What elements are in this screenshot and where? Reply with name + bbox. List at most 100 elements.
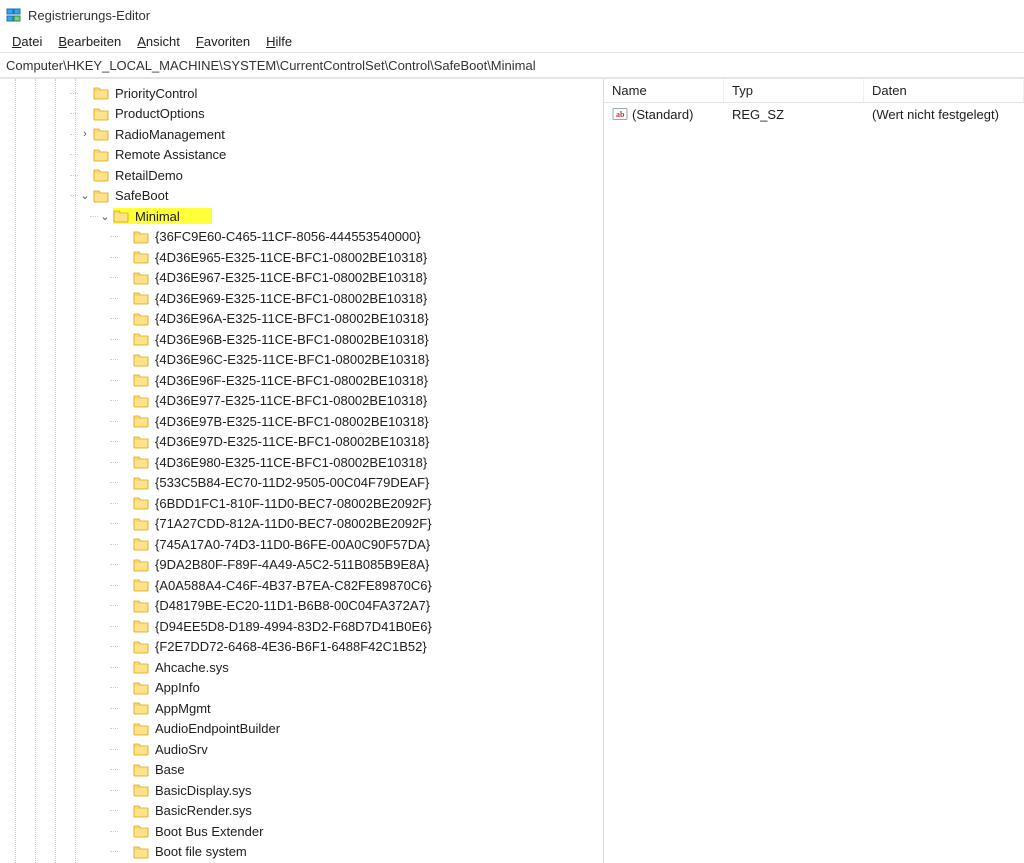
tree-item-label: {D48179BE-EC20-11D1-B6B8-00C04FA372A7} bbox=[153, 598, 432, 613]
tree-item[interactable]: AppMgmt bbox=[0, 698, 603, 719]
folder-icon bbox=[133, 229, 149, 245]
folder-icon bbox=[133, 270, 149, 286]
menu-help[interactable]: Hilfe bbox=[258, 32, 300, 51]
menu-favorites[interactable]: Favoriten bbox=[188, 32, 258, 51]
folder-icon bbox=[93, 147, 109, 163]
tree-item[interactable]: {4D36E97D-E325-11CE-BFC1-08002BE10318} bbox=[0, 432, 603, 453]
tree-item[interactable]: {745A17A0-74D3-11D0-B6FE-00A0C90F57DA} bbox=[0, 534, 603, 555]
folder-icon bbox=[133, 639, 149, 655]
tree-item[interactable]: {4D36E980-E325-11CE-BFC1-08002BE10318} bbox=[0, 452, 603, 473]
tree-item[interactable]: {D94EE5D8-D189-4994-83D2-F68D7D41B0E6} bbox=[0, 616, 603, 637]
twisty-spacer bbox=[78, 148, 92, 162]
twisty-spacer bbox=[118, 250, 132, 264]
tree-item[interactable]: AppInfo bbox=[0, 678, 603, 699]
tree-item-label: {745A17A0-74D3-11D0-B6FE-00A0C90F57DA} bbox=[153, 537, 432, 552]
folder-icon bbox=[133, 393, 149, 409]
twisty-spacer bbox=[118, 476, 132, 490]
twisty-spacer bbox=[118, 742, 132, 756]
value-row[interactable]: ab(Standard)REG_SZ(Wert nicht festgelegt… bbox=[604, 103, 1024, 125]
tree-item[interactable]: Ahcache.sys bbox=[0, 657, 603, 678]
tree-item-remoteassistance[interactable]: Remote Assistance bbox=[0, 145, 603, 166]
tree-item[interactable]: BasicRender.sys bbox=[0, 801, 603, 822]
tree-item[interactable]: {533C5B84-EC70-11D2-9505-00C04F79DEAF} bbox=[0, 473, 603, 494]
col-data[interactable]: Daten bbox=[864, 79, 1024, 102]
regedit-app-icon bbox=[6, 7, 22, 23]
tree-item[interactable]: Boot Bus Extender bbox=[0, 821, 603, 842]
tree-item[interactable]: {4D36E96A-E325-11CE-BFC1-08002BE10318} bbox=[0, 309, 603, 330]
tree-item[interactable]: {F2E7DD72-6468-4E36-B6F1-6488F42C1B52} bbox=[0, 637, 603, 658]
tree-item[interactable]: {D48179BE-EC20-11D1-B6B8-00C04FA372A7} bbox=[0, 596, 603, 617]
values-list[interactable]: ab(Standard)REG_SZ(Wert nicht festgelegt… bbox=[604, 103, 1024, 863]
tree-item[interactable]: {6BDD1FC1-810F-11D0-BEC7-08002BE2092F} bbox=[0, 493, 603, 514]
folder-icon bbox=[133, 557, 149, 573]
folder-icon bbox=[133, 823, 149, 839]
folder-icon bbox=[93, 188, 109, 204]
tree-item-radiomanagement[interactable]: › RadioManagement bbox=[0, 124, 603, 145]
twisty-spacer bbox=[118, 599, 132, 613]
tree-item[interactable]: {4D36E967-E325-11CE-BFC1-08002BE10318} bbox=[0, 268, 603, 289]
tree-item[interactable]: {4D36E965-E325-11CE-BFC1-08002BE10318} bbox=[0, 247, 603, 268]
folder-icon bbox=[133, 762, 149, 778]
value-name-cell: ab(Standard) bbox=[604, 106, 724, 122]
folder-icon bbox=[133, 352, 149, 368]
tree-item[interactable]: AudioEndpointBuilder bbox=[0, 719, 603, 740]
tree-item[interactable]: {4D36E97B-E325-11CE-BFC1-08002BE10318} bbox=[0, 411, 603, 432]
tree-item[interactable]: BasicDisplay.sys bbox=[0, 780, 603, 801]
twisty-spacer bbox=[118, 271, 132, 285]
tree-item[interactable]: AudioSrv bbox=[0, 739, 603, 760]
tree-item[interactable]: {4D36E96C-E325-11CE-BFC1-08002BE10318} bbox=[0, 350, 603, 371]
tree-item-prioritycontrol[interactable]: PriorityControl bbox=[0, 83, 603, 104]
chevron-down-icon[interactable]: ⌄ bbox=[98, 209, 112, 223]
tree-item-label: AudioSrv bbox=[153, 742, 210, 757]
window-title: Registrierungs-Editor bbox=[28, 8, 150, 23]
menu-file[interactable]: Datei bbox=[4, 32, 50, 51]
folder-icon bbox=[133, 659, 149, 675]
chevron-right-icon[interactable]: › bbox=[78, 127, 92, 141]
tree-pane[interactable]: PriorityControlProductOptions › RadioManag… bbox=[0, 79, 604, 863]
tree-item-label: {4D36E97B-E325-11CE-BFC1-08002BE10318} bbox=[153, 414, 431, 429]
folder-icon bbox=[133, 700, 149, 716]
chevron-down-icon[interactable]: ⌄ bbox=[78, 189, 92, 203]
twisty-spacer bbox=[118, 435, 132, 449]
twisty-spacer bbox=[118, 517, 132, 531]
tree-item[interactable]: {71A27CDD-812A-11D0-BEC7-08002BE2092F} bbox=[0, 514, 603, 535]
folder-icon bbox=[113, 208, 129, 224]
folder-icon bbox=[133, 495, 149, 511]
tree-item[interactable]: {4D36E977-E325-11CE-BFC1-08002BE10318} bbox=[0, 391, 603, 412]
twisty-spacer bbox=[118, 701, 132, 715]
tree-item[interactable]: {4D36E96B-E325-11CE-BFC1-08002BE10318} bbox=[0, 329, 603, 350]
tree-item[interactable]: Base bbox=[0, 760, 603, 781]
menu-view[interactable]: Ansicht bbox=[129, 32, 188, 51]
tree-item-label: {4D36E96A-E325-11CE-BFC1-08002BE10318} bbox=[153, 311, 431, 326]
tree-item-minimal[interactable]: ⌄Minimal bbox=[0, 206, 603, 227]
tree-item[interactable]: {A0A588A4-C46F-4B37-B7EA-C82FE89870C6} bbox=[0, 575, 603, 596]
value-data-cell: (Wert nicht festgelegt) bbox=[864, 107, 1024, 122]
twisty-spacer bbox=[118, 722, 132, 736]
twisty-spacer bbox=[118, 640, 132, 654]
address-bar[interactable]: Computer\HKEY_LOCAL_MACHINE\SYSTEM\Curre… bbox=[0, 52, 1024, 78]
values-header[interactable]: Name Typ Daten bbox=[604, 79, 1024, 103]
folder-icon bbox=[133, 782, 149, 798]
tree-item[interactable]: {9DA2B80F-F89F-4A49-A5C2-511B085B9E8A} bbox=[0, 555, 603, 576]
tree-item[interactable]: {4D36E96F-E325-11CE-BFC1-08002BE10318} bbox=[0, 370, 603, 391]
values-pane: Name Typ Daten ab(Standard)REG_SZ(Wert n… bbox=[604, 79, 1024, 863]
folder-icon bbox=[133, 803, 149, 819]
tree-item-label: {4D36E96C-E325-11CE-BFC1-08002BE10318} bbox=[153, 352, 431, 367]
menu-edit[interactable]: Bearbeiten bbox=[50, 32, 129, 51]
folder-icon bbox=[133, 331, 149, 347]
tree-item[interactable]: {36FC9E60-C465-11CF-8056-444553540000} bbox=[0, 227, 603, 248]
twisty-spacer bbox=[78, 168, 92, 182]
folder-icon bbox=[133, 434, 149, 450]
tree-item-label: RadioManagement bbox=[113, 127, 227, 142]
tree-item-label: {4D36E980-E325-11CE-BFC1-08002BE10318} bbox=[153, 455, 429, 470]
twisty-spacer bbox=[118, 845, 132, 859]
tree-item-productoptions[interactable]: ProductOptions bbox=[0, 104, 603, 125]
tree-item-retaildemo[interactable]: RetailDemo bbox=[0, 165, 603, 186]
col-type[interactable]: Typ bbox=[724, 79, 864, 102]
tree-item[interactable]: Boot file system bbox=[0, 842, 603, 863]
tree-item-safeboot[interactable]: ⌄SafeBoot bbox=[0, 186, 603, 207]
tree-item[interactable]: {4D36E969-E325-11CE-BFC1-08002BE10318} bbox=[0, 288, 603, 309]
col-name[interactable]: Name bbox=[604, 79, 724, 102]
folder-icon bbox=[133, 516, 149, 532]
twisty-spacer bbox=[118, 353, 132, 367]
